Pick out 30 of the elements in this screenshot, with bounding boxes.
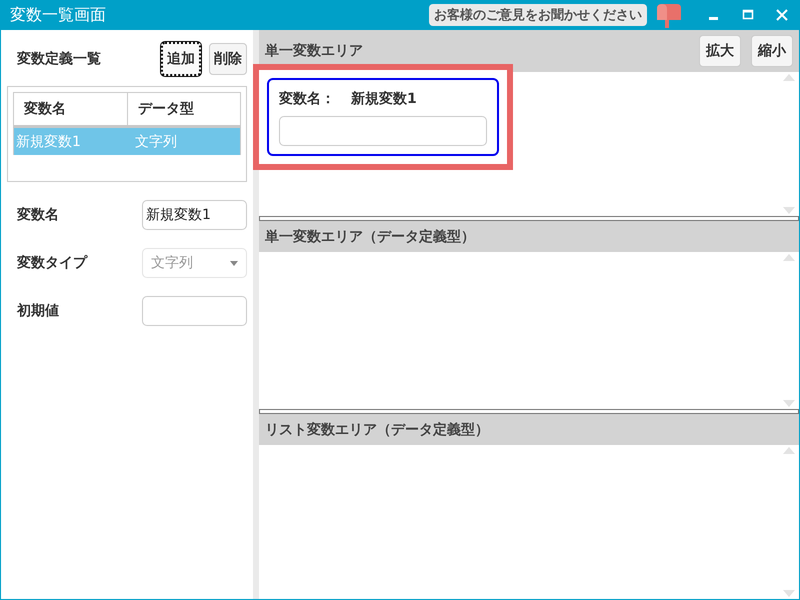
column-header[interactable]: データ型 — [127, 93, 240, 125]
caret-icon — [230, 260, 238, 266]
column-header[interactable]: 変数名 — [14, 93, 127, 125]
scroll-down-icon[interactable] — [783, 400, 795, 407]
scroll-up-icon[interactable] — [783, 74, 795, 81]
list-heading: 変数定義一覧 — [17, 50, 102, 68]
scroll-up-icon[interactable] — [783, 254, 795, 261]
scroll-down-icon[interactable] — [783, 590, 795, 597]
field-label: 変数名 — [17, 206, 59, 224]
close-icon[interactable] — [774, 7, 790, 23]
zoom-button[interactable]: 拡大 — [699, 35, 741, 67]
toolbar-button[interactable]: 削除 — [209, 43, 247, 75]
window-title: 変数一覧画面 — [10, 4, 107, 26]
field-label: 変数タイプ — [17, 254, 87, 272]
panel-title: 単一変数エリア（データ定義型） — [265, 228, 476, 246]
scroll-down-icon[interactable] — [783, 207, 795, 214]
card-value: 新規変数1 — [351, 90, 417, 108]
toolbar-button[interactable]: 追加 — [161, 42, 201, 76]
table-cell-text: 文字列 — [134, 132, 178, 150]
table-cell-text: 新規変数1 — [15, 132, 82, 150]
input-field[interactable] — [279, 116, 487, 146]
zoom-button[interactable]: 縮小 — [751, 35, 793, 67]
input-field[interactable] — [142, 296, 247, 326]
feedback-link[interactable]: お客様のご意見をお聞かせください — [429, 4, 647, 26]
card-label: 変数名： — [279, 90, 335, 108]
input-field[interactable]: 新規変数1 — [142, 200, 247, 230]
scroll-up-icon[interactable] — [783, 447, 795, 454]
field-label: 初期値 — [17, 302, 59, 320]
panel-title: リスト変数エリア（データ定義型） — [265, 420, 490, 438]
panel-title: 単一変数エリア — [265, 42, 364, 60]
